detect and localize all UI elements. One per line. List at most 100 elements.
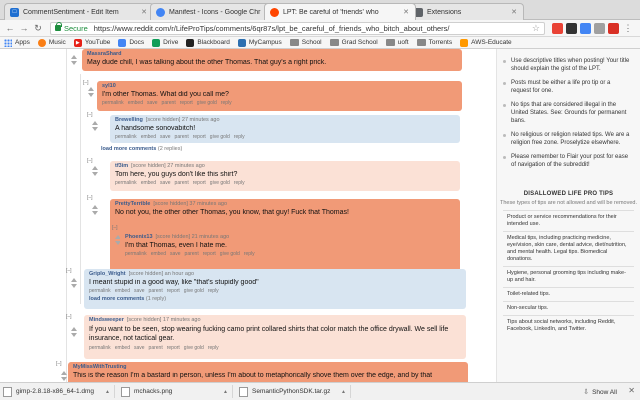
- upvote-icon[interactable]: [70, 327, 77, 331]
- parent-link[interactable]: parent: [185, 251, 199, 257]
- embed-link[interactable]: embed: [151, 251, 166, 257]
- permalink-link[interactable]: permalink: [115, 134, 137, 140]
- give-gold-link[interactable]: give gold: [210, 180, 230, 186]
- give-gold-link[interactable]: give gold: [220, 251, 240, 257]
- vote-arrows[interactable]: [70, 55, 77, 65]
- load-more-comments[interactable]: load more comments (2 replies): [101, 146, 182, 152]
- bookmark-mycampus[interactable]: MyCampus: [237, 38, 282, 47]
- report-link[interactable]: report: [193, 134, 206, 140]
- downvote-icon[interactable]: [91, 211, 98, 215]
- downvote-icon[interactable]: [70, 284, 77, 288]
- collapse-toggle[interactable]: [–]: [66, 268, 72, 274]
- permalink-link[interactable]: permalink: [102, 100, 124, 106]
- embed-link[interactable]: embed: [141, 134, 156, 140]
- reply-link[interactable]: reply: [234, 134, 245, 140]
- embed-link[interactable]: embed: [128, 100, 143, 106]
- parent-link[interactable]: parent: [162, 100, 176, 106]
- comment-author[interactable]: MassraShard: [87, 51, 457, 57]
- save-link[interactable]: save: [170, 251, 181, 257]
- vote-arrows[interactable]: [70, 278, 77, 288]
- tab-reddit-lpt[interactable]: LPT: Be careful of 'friends' who ✕: [264, 3, 416, 20]
- reply-link[interactable]: reply: [208, 345, 219, 351]
- upvote-icon[interactable]: [70, 278, 77, 282]
- bookmark-youtube[interactable]: ▶ YouTube: [73, 38, 110, 47]
- bookmark-music[interactable]: Music: [37, 38, 66, 47]
- extension-dark-icon[interactable]: [566, 22, 577, 34]
- report-link[interactable]: report: [203, 251, 216, 257]
- collapse-toggle[interactable]: [–]: [66, 314, 72, 320]
- save-link[interactable]: save: [134, 345, 145, 351]
- reply-link[interactable]: reply: [221, 100, 232, 106]
- give-gold-link[interactable]: give gold: [184, 345, 204, 351]
- upvote-icon[interactable]: [70, 55, 77, 59]
- give-gold-link[interactable]: give gold: [197, 100, 217, 106]
- chevron-up-icon[interactable]: ▲: [223, 389, 228, 395]
- downvote-icon[interactable]: [91, 127, 98, 131]
- bookmark-uoft[interactable]: uoft: [385, 39, 409, 46]
- comment-author[interactable]: PrettyTerrible [score hidden] 37 minutes …: [115, 201, 455, 207]
- collapse-toggle[interactable]: [–]: [87, 112, 93, 118]
- url-text[interactable]: https://www.reddit.com/r/LifeProTips/com…: [94, 24, 532, 33]
- save-link[interactable]: save: [147, 100, 158, 106]
- permalink-link[interactable]: permalink: [89, 345, 111, 351]
- collapse-toggle[interactable]: [–]: [56, 361, 62, 367]
- upvote-icon[interactable]: [60, 371, 67, 375]
- comment-author[interactable]: Phoenix13 [score hidden] 21 minutes ago: [125, 234, 451, 240]
- collapse-toggle[interactable]: [–]: [87, 158, 93, 164]
- give-gold-link[interactable]: give gold: [184, 288, 204, 294]
- reload-icon[interactable]: ↻: [32, 22, 44, 34]
- comment-author[interactable]: Griplo_Wright [score hidden] an hour ago: [89, 271, 461, 277]
- bookmark-aws-educate[interactable]: AWS-Educate: [460, 38, 512, 47]
- report-link[interactable]: report: [167, 345, 180, 351]
- load-more-comments[interactable]: load more comments (1 reply): [89, 296, 461, 302]
- collapse-toggle[interactable]: [–]: [83, 80, 89, 86]
- vote-arrows[interactable]: [91, 205, 98, 215]
- chevron-up-icon[interactable]: ▲: [341, 389, 346, 395]
- download-item[interactable]: gimp-2.8.18-x86_64-1.dmg ▲: [3, 385, 115, 398]
- extension-blue-icon[interactable]: [580, 22, 591, 34]
- bookmark-docs[interactable]: Docs: [118, 38, 144, 47]
- extension-gray-icon[interactable]: [594, 22, 605, 34]
- reply-link[interactable]: reply: [208, 288, 219, 294]
- report-link[interactable]: report: [167, 288, 180, 294]
- comment-author[interactable]: Brewelling [score hidden] 27 minutes ago: [115, 117, 455, 123]
- comment-author[interactable]: tf3im [score hidden] 27 minutes ago: [115, 163, 455, 169]
- downvote-icon[interactable]: [87, 93, 94, 97]
- parent-link[interactable]: parent: [175, 134, 189, 140]
- extension-red-icon[interactable]: [552, 22, 563, 34]
- give-gold-link[interactable]: give gold: [210, 134, 230, 140]
- back-icon[interactable]: ←: [4, 22, 16, 34]
- reply-link[interactable]: reply: [234, 180, 245, 186]
- bookmark-grad-school[interactable]: Grad School: [329, 39, 378, 46]
- collapse-toggle[interactable]: [–]: [87, 195, 93, 201]
- extension-stop-icon[interactable]: [608, 22, 619, 34]
- reply-link[interactable]: reply: [244, 251, 255, 257]
- save-link[interactable]: save: [160, 134, 171, 140]
- address-bar[interactable]: Secure https://www.reddit.com/r/LifeProT…: [50, 21, 545, 35]
- tab-manifest-icons[interactable]: Manifest - Icons - Google Chr ✕: [150, 3, 282, 20]
- vote-arrows[interactable]: [87, 87, 94, 97]
- comment-author[interactable]: Mindsweeper [score hidden] 17 minutes ago: [89, 317, 461, 323]
- report-link[interactable]: report: [193, 180, 206, 186]
- downvote-icon[interactable]: [70, 333, 77, 337]
- secure-indicator[interactable]: Secure: [55, 22, 88, 33]
- forward-icon[interactable]: →: [18, 22, 30, 34]
- bookmark-drive[interactable]: Drive: [152, 38, 178, 47]
- downvote-icon[interactable]: [91, 172, 98, 176]
- upvote-icon[interactable]: [91, 166, 98, 170]
- bookmark-blackboard[interactable]: Blackboard: [186, 38, 230, 47]
- close-icon[interactable]: ✕: [628, 386, 635, 395]
- save-link[interactable]: save: [134, 288, 145, 294]
- close-icon[interactable]: ✕: [511, 8, 517, 16]
- vote-arrows[interactable]: [91, 121, 98, 131]
- bookmark-school[interactable]: School: [289, 39, 322, 46]
- permalink-link[interactable]: permalink: [89, 288, 111, 294]
- bookmark-torrents[interactable]: Torrents: [416, 39, 452, 46]
- upvote-icon[interactable]: [91, 121, 98, 125]
- embed-link[interactable]: embed: [115, 288, 130, 294]
- chevron-up-icon[interactable]: ▲: [105, 389, 110, 395]
- upvote-icon[interactable]: [91, 205, 98, 209]
- parent-link[interactable]: parent: [175, 180, 189, 186]
- upvote-icon[interactable]: [87, 87, 94, 91]
- menu-icon[interactable]: ⋮: [622, 22, 634, 34]
